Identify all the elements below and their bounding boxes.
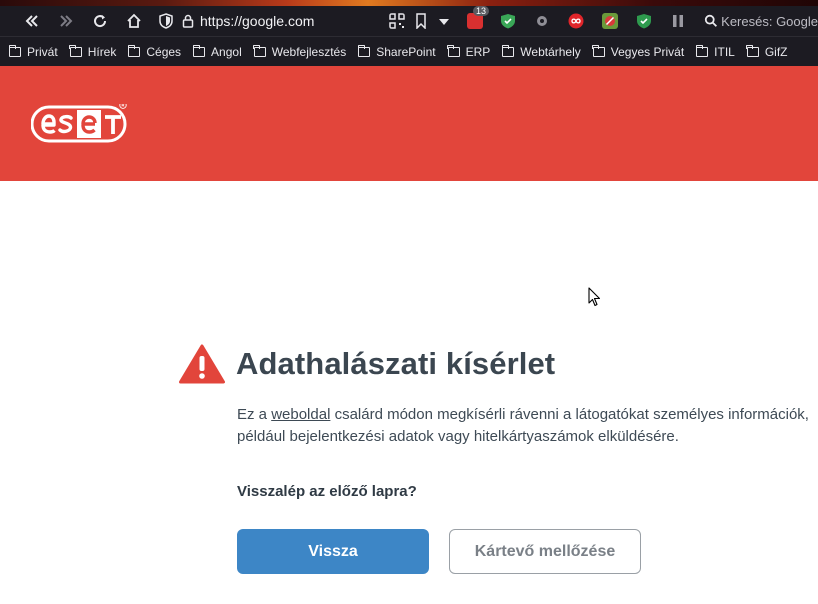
svg-text:R: R bbox=[122, 104, 125, 108]
dropdown-arrow-icon[interactable] bbox=[436, 13, 452, 29]
bookmark-folder-sharepoint[interactable]: SharePoint bbox=[357, 44, 436, 59]
search-box[interactable]: Keresés: Google bbox=[700, 8, 818, 34]
folder-icon bbox=[8, 44, 21, 57]
shield-icon[interactable] bbox=[159, 13, 173, 29]
bookmark-folder-itil[interactable]: ITIL bbox=[695, 44, 735, 59]
eset-header-banner: R bbox=[0, 66, 818, 181]
page-title: Adathalászati kísérlet bbox=[236, 346, 556, 381]
gear-icon[interactable] bbox=[534, 13, 550, 29]
forward-icon[interactable] bbox=[52, 8, 80, 34]
bookmark-folder-ceges[interactable]: Céges bbox=[127, 44, 181, 59]
bookmark-folder-privat[interactable]: Privát bbox=[8, 44, 58, 59]
url-text[interactable]: https://google.com bbox=[200, 13, 314, 29]
pause-icon[interactable] bbox=[670, 13, 686, 29]
folder-icon bbox=[746, 44, 759, 57]
folder-icon bbox=[69, 44, 82, 57]
blocker-extension-icon[interactable] bbox=[602, 13, 618, 29]
website-link[interactable]: weboldal bbox=[271, 406, 330, 423]
bookmark-folder-vegyes-privat[interactable]: Vegyes Privát bbox=[592, 44, 684, 59]
bookmarks-bar: Privát Hírek Céges Angol Webfejlesztés S… bbox=[0, 36, 818, 66]
folder-icon bbox=[127, 44, 141, 57]
check-shield-icon[interactable] bbox=[636, 13, 652, 29]
bookmark-folder-webtarhely[interactable]: Webtárhely bbox=[501, 44, 581, 59]
bookmark-folder-webfejlesztes[interactable]: Webfejlesztés bbox=[253, 44, 346, 59]
eset-logo: R bbox=[31, 104, 127, 143]
bookmark-folder-angol[interactable]: Angol bbox=[192, 44, 242, 59]
folder-icon bbox=[357, 44, 371, 57]
folder-icon bbox=[192, 44, 206, 57]
folder-icon bbox=[592, 44, 605, 57]
ignore-threat-button[interactable]: Kártevő mellőzése bbox=[449, 529, 641, 574]
folder-icon bbox=[695, 44, 709, 57]
browser-toolbar: https://google.com 13 Keresés: Google bbox=[0, 6, 818, 36]
back-icon[interactable] bbox=[18, 8, 46, 34]
bookmark-folder-gifz[interactable]: GifZ bbox=[746, 44, 788, 59]
notification-badge: 13 bbox=[473, 6, 490, 16]
back-button[interactable]: Vissza bbox=[237, 529, 429, 574]
warning-description: Ez a weboldal csalárd módon megkísérli r… bbox=[237, 404, 812, 448]
desc-text-before: Ez a bbox=[237, 406, 272, 423]
warning-triangle-icon bbox=[179, 344, 225, 384]
qr-code-icon[interactable] bbox=[389, 13, 405, 29]
mouse-cursor-icon bbox=[588, 287, 601, 307]
search-icon bbox=[704, 14, 718, 27]
home-icon[interactable] bbox=[120, 8, 148, 34]
bookmark-folder-hirek[interactable]: Hírek bbox=[69, 44, 116, 59]
reload-icon[interactable] bbox=[86, 8, 114, 34]
bookmark-folder-erp[interactable]: ERP bbox=[447, 44, 490, 59]
folder-icon bbox=[447, 44, 460, 57]
lock-icon[interactable] bbox=[182, 14, 194, 28]
go-back-question: Visszalép az előző lapra? bbox=[237, 483, 417, 500]
folder-icon bbox=[253, 44, 266, 57]
folder-icon bbox=[501, 44, 515, 57]
adblock-shield-icon[interactable] bbox=[500, 13, 516, 29]
search-placeholder: Keresés: Google bbox=[721, 13, 818, 29]
infinity-extension-icon[interactable] bbox=[568, 13, 584, 29]
bookmark-icon[interactable] bbox=[413, 13, 429, 29]
